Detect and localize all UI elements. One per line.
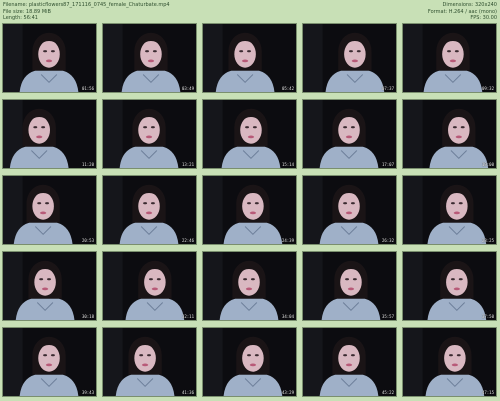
- video-thumbnail: 26:32: [302, 175, 397, 245]
- frame-image: [103, 100, 196, 168]
- frame-image: [403, 328, 496, 396]
- frame-image: [203, 176, 296, 244]
- frame-image: [303, 328, 396, 396]
- thumbnail-timestamp: 22:46: [181, 238, 194, 243]
- thumbnail-timestamp: 43:29: [281, 390, 294, 395]
- frame-image: [103, 24, 196, 92]
- filesize-label: File size: 18.89 MiB: [3, 8, 51, 15]
- format-label: Format: H.264 / aac (mono): [427, 8, 497, 15]
- video-thumbnail: 47:15: [402, 327, 497, 397]
- video-thumbnail: 24:39: [202, 175, 297, 245]
- video-thumbnail: 13:21: [102, 99, 197, 169]
- frame-image: [3, 100, 96, 168]
- thumbnail-timestamp: 41:36: [181, 390, 194, 395]
- video-thumbnail: 45:22: [302, 327, 397, 397]
- thumbnail-timestamp: 37:50: [481, 314, 494, 319]
- frame-image: [103, 252, 196, 320]
- thumbnail-timestamp: 47:15: [481, 390, 494, 395]
- thumbnail-timestamp: 34:04: [281, 314, 294, 319]
- thumbnail-timestamp: 09:32: [481, 86, 494, 91]
- video-thumbnail: 17:07: [302, 99, 397, 169]
- thumbnail-timestamp: 01:56: [81, 86, 94, 91]
- thumbnail-timestamp: 11:20: [81, 162, 94, 167]
- frame-image: [3, 176, 96, 244]
- video-thumbnail: 07:37: [302, 23, 397, 93]
- thumbnail-timestamp: 03:49: [181, 86, 194, 91]
- thumbnail-timestamp: 13:21: [181, 162, 194, 167]
- thumbnail-timestamp: 35:57: [381, 314, 394, 319]
- stream-info: Dimensions: 320x240 Format: H.264 / aac …: [428, 2, 497, 22]
- frame-image: [303, 24, 396, 92]
- frame-image: [203, 100, 296, 168]
- thumbnail-timestamp: 24:39: [281, 238, 294, 243]
- frame-image: [403, 176, 496, 244]
- thumbnail-timestamp: 32:11: [181, 314, 194, 319]
- video-thumbnail: 05:42: [202, 23, 297, 93]
- frame-image: [103, 328, 196, 396]
- video-thumbnail: 37:50: [402, 251, 497, 321]
- video-thumbnail: 22:46: [102, 175, 197, 245]
- dimensions-label: Dimensions: 320x240: [442, 2, 497, 8]
- file-info: Filename: plasticflowers87_171116_0745_f…: [3, 2, 170, 22]
- thumbnail-timestamp: 20:53: [81, 238, 94, 243]
- thumbnail-timestamp: 30:18: [81, 314, 94, 319]
- thumbnail-timestamp: 15:14: [281, 162, 294, 167]
- video-thumbnail: 20:53: [2, 175, 97, 245]
- frame-image: [403, 24, 496, 92]
- frame-image: [3, 328, 96, 396]
- frame-image: [3, 24, 96, 92]
- video-thumbnail: 34:04: [202, 251, 297, 321]
- video-thumbnail: 41:36: [102, 327, 197, 397]
- frame-image: [3, 252, 96, 320]
- video-thumbnail: 39:43: [2, 327, 97, 397]
- video-thumbnail: 30:18: [2, 251, 97, 321]
- frame-image: [103, 176, 196, 244]
- thumbnail-timestamp: 39:43: [81, 390, 94, 395]
- thumbnail-timestamp: 07:37: [381, 86, 394, 91]
- thumbnail-timestamp: 28:25: [481, 238, 494, 243]
- frame-image: [403, 100, 496, 168]
- filename-label: Filename: plasticflowers87_171116_0745_f…: [3, 2, 170, 8]
- video-thumbnail: 11:20: [2, 99, 97, 169]
- video-thumbnail: 43:29: [202, 327, 297, 397]
- frame-image: [303, 176, 396, 244]
- thumbnail-timestamp: 17:07: [381, 162, 394, 167]
- contact-sheet: Filename: plasticflowers87_171116_0745_f…: [0, 0, 500, 401]
- frame-image: [403, 252, 496, 320]
- frame-image: [203, 328, 296, 396]
- frame-image: [303, 100, 396, 168]
- video-thumbnail: 15:14: [202, 99, 297, 169]
- fps-label: FPS: 30.00: [470, 15, 497, 22]
- video-thumbnail: 01:56: [2, 23, 97, 93]
- video-thumbnail: 09:32: [402, 23, 497, 93]
- video-thumbnail: 19:00: [402, 99, 497, 169]
- video-thumbnail: 32:11: [102, 251, 197, 321]
- video-thumbnail: 35:57: [302, 251, 397, 321]
- frame-image: [203, 252, 296, 320]
- video-thumbnail: 03:49: [102, 23, 197, 93]
- thumbnail-timestamp: 26:32: [381, 238, 394, 243]
- thumbnail-grid: 01:56 03:49 05:42 07:37 09:32 11:20 13:21 15:14…: [2, 23, 498, 399]
- video-thumbnail: 28:25: [402, 175, 497, 245]
- thumbnail-timestamp: 45:22: [381, 390, 394, 395]
- thumbnail-timestamp: 19:00: [481, 162, 494, 167]
- length-label: Length: 56:41: [3, 15, 38, 22]
- video-info-header: Filename: plasticflowers87_171116_0745_f…: [3, 1, 497, 23]
- thumbnail-timestamp: 05:42: [281, 86, 294, 91]
- frame-image: [203, 24, 296, 92]
- frame-image: [303, 252, 396, 320]
